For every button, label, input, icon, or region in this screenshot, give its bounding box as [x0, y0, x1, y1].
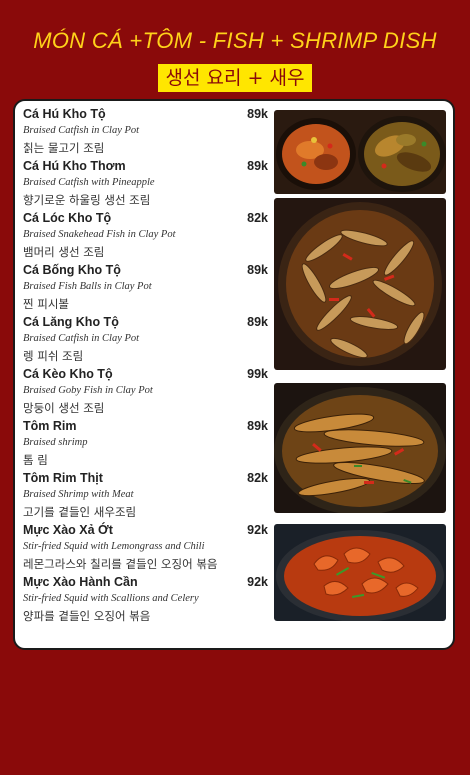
dish-price: 89k [247, 315, 268, 329]
dish-name: Mực Xào Hành Cần [23, 575, 138, 589]
dish-price: 89k [247, 107, 268, 121]
menu-item[interactable]: Cá Hú Kho Thơm 89k Braised Catfish with … [23, 159, 268, 211]
subtitle-wrapper: 생선 요리 + 새우 [0, 64, 470, 92]
menu-item[interactable]: Mực Xào Xả Ớt 92k Stir-fried Squid with … [23, 523, 268, 575]
dish-english: Braised shrimp [23, 437, 88, 448]
dish-english: Braised Catfish in Clay Pot [23, 125, 140, 136]
dish-korean: 고기를 곁들인 새우조림 [23, 505, 137, 519]
dish-korean: 톰 림 [23, 453, 48, 467]
dish-name: Mực Xào Xả Ớt [23, 523, 113, 537]
dish-price: 92k [247, 523, 268, 537]
dish-english: Braised Snakehead Fish in Clay Pot [23, 229, 176, 240]
dish-english: Braised Shrimp with Meat [23, 489, 134, 500]
footer-band [0, 690, 470, 775]
dish-name: Cá Hú Kho Tộ [23, 107, 106, 121]
dish-korean: 망둥이 생선 조림 [23, 401, 105, 415]
dish-korean: 칡는 물고기 조림 [23, 141, 105, 155]
menu-item[interactable]: Cá Bống Kho Tộ 89k Braised Fish Balls in… [23, 263, 268, 315]
dish-price: 89k [247, 419, 268, 433]
menu-item[interactable]: Cá Lăng Kho Tộ 89k Braised Catfish in Cl… [23, 315, 268, 367]
dish-korean: 렝 피쉬 조림 [23, 349, 84, 363]
page-title: MÓN CÁ +TÔM - FISH + SHRIMP DISH [33, 28, 437, 53]
photo-braised-fish-chili [274, 383, 446, 513]
dish-english: Braised Catfish with Pineapple [23, 177, 155, 188]
dish-english: Braised Goby Fish in Clay Pot [23, 385, 153, 396]
dish-korean: 양파를 곁들인 오징어 볶음 [23, 609, 151, 623]
dish-english: Braised Catfish in Clay Pot [23, 333, 140, 344]
menu-item[interactable]: Mực Xào Hành Cần 92k Stir-fried Squid wi… [23, 575, 268, 627]
dish-price: 92k [247, 575, 268, 589]
dish-korean: 찐 피시볼 [23, 297, 69, 311]
dish-price: 82k [247, 211, 268, 225]
menu-item[interactable]: Tôm Rim Thịt 82k Braised Shrimp with Mea… [23, 471, 268, 523]
dish-name: Cá Bống Kho Tộ [23, 263, 121, 277]
dish-price: 99k [247, 367, 268, 381]
dish-name: Cá Lăng Kho Tộ [23, 315, 119, 329]
dish-name: Cá Lóc Kho Tộ [23, 211, 112, 225]
dish-price: 89k [247, 159, 268, 173]
dish-price: 82k [247, 471, 268, 485]
dish-name: Cá Hú Kho Thơm [23, 159, 126, 173]
menu-list: Cá Hú Kho Tộ 89k Braised Catfish in Clay… [23, 107, 268, 627]
dish-name: Cá Kèo Kho Tộ [23, 367, 113, 381]
dish-name: Tôm Rim Thịt [23, 471, 103, 485]
menu-item[interactable]: Tôm Rim 89k Braised shrimp 톰 림 [23, 419, 268, 471]
dish-korean: 뱀머리 생선 조림 [23, 245, 105, 259]
dish-name: Tôm Rim [23, 419, 77, 433]
dish-english: Stir-fried Squid with Scallions and Cele… [23, 593, 199, 604]
dish-korean: 향기로운 하울링 생선 조림 [23, 193, 151, 207]
page-subtitle: 생선 요리 + 새우 [157, 64, 313, 92]
dish-english: Braised Fish Balls in Clay Pot [23, 281, 152, 292]
dish-price: 89k [247, 263, 268, 277]
photo-braised-goby [274, 198, 446, 370]
menu-item[interactable]: Cá Hú Kho Tộ 89k Braised Catfish in Clay… [23, 107, 268, 159]
dish-korean: 레몬그라스와 칠리를 곁들인 오징어 볶음 [23, 557, 218, 571]
menu-item[interactable]: Cá Lóc Kho Tộ 82k Braised Snakehead Fish… [23, 211, 268, 263]
photo-braised-catfish [274, 110, 446, 194]
photo-braised-shrimp [274, 524, 446, 621]
menu-item[interactable]: Cá Kèo Kho Tộ 99k Braised Goby Fish in C… [23, 367, 268, 419]
dish-english: Stir-fried Squid with Lemongrass and Chi… [23, 541, 205, 552]
